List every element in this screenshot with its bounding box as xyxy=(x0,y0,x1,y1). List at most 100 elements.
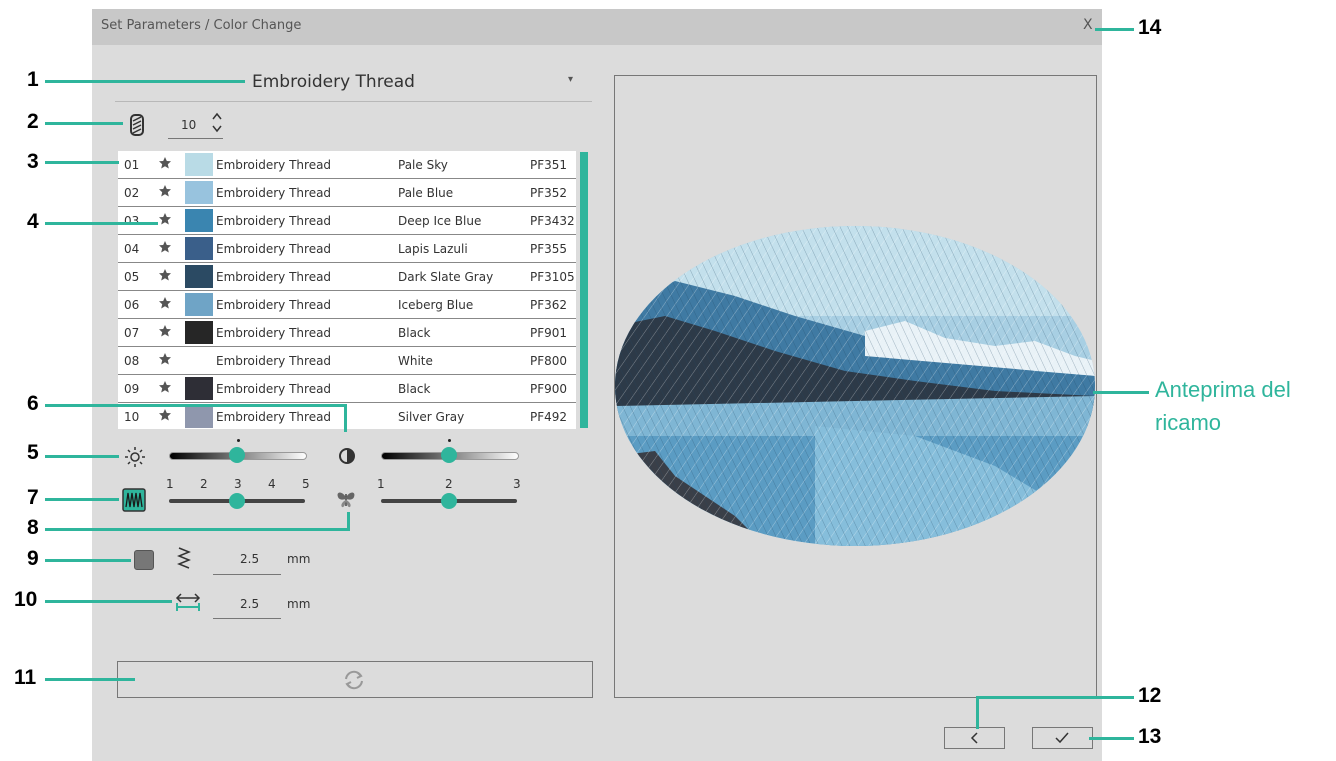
back-button[interactable] xyxy=(944,727,1005,749)
callout-line xyxy=(1093,391,1149,394)
callout-number: 3 xyxy=(27,150,39,173)
detail-tick-label: 3 xyxy=(513,477,521,491)
callout-line xyxy=(45,122,123,125)
dialog-title: Set Parameters / Color Change xyxy=(101,18,302,33)
close-button[interactable]: X xyxy=(1083,17,1093,33)
color-swatch xyxy=(185,349,213,372)
callout-line xyxy=(45,455,119,458)
stitch-density-icon xyxy=(122,488,146,512)
list-scrollbar[interactable] xyxy=(580,152,588,428)
dropdown-underline xyxy=(115,101,592,102)
list-item[interactable]: 07 Embroidery Thread Black PF901 xyxy=(118,319,576,347)
preview-callout-label: Anteprima del ricamo xyxy=(1155,373,1291,439)
embroidery-preview-panel xyxy=(614,75,1097,698)
star-icon[interactable] xyxy=(158,268,172,282)
slider-default-mark xyxy=(448,439,451,442)
star-icon[interactable] xyxy=(158,324,172,338)
list-item[interactable]: 08 Embroidery Thread White PF800 xyxy=(118,347,576,375)
density-tick-label: 2 xyxy=(200,477,208,491)
thread-name: Silver Gray xyxy=(398,410,465,424)
thread-number: 01 xyxy=(124,158,140,172)
callout-number: 14 xyxy=(1138,16,1162,39)
star-icon[interactable] xyxy=(158,240,172,254)
thread-code: PF800 xyxy=(530,354,568,368)
thread-number: 05 xyxy=(124,270,140,284)
callout-line xyxy=(45,161,119,164)
callout-line xyxy=(45,80,245,83)
thread-brand: Embroidery Thread xyxy=(216,298,332,312)
color-count-input[interactable]: 10 xyxy=(181,118,196,132)
thread-code: PF3105 xyxy=(530,270,575,284)
callout-line xyxy=(45,498,119,501)
thread-name: Black xyxy=(398,326,431,340)
thread-brand-dropdown[interactable]: Embroidery Thread xyxy=(252,72,415,92)
checkmark-icon xyxy=(1055,732,1069,744)
thread-name: Black xyxy=(398,382,431,396)
slider-default-mark xyxy=(237,439,240,442)
thread-code: PF3432 xyxy=(530,214,575,228)
color-swatch xyxy=(185,265,213,288)
callout-number: 8 xyxy=(27,516,39,539)
star-icon[interactable] xyxy=(158,408,172,422)
ok-button[interactable] xyxy=(1032,727,1093,749)
refresh-icon xyxy=(345,670,363,690)
brightness-icon xyxy=(125,447,145,467)
preview-label-line: ricamo xyxy=(1155,410,1222,435)
contrast-slider-thumb[interactable] xyxy=(441,447,457,463)
star-icon[interactable] xyxy=(158,212,172,226)
stitch-width-icon xyxy=(175,593,201,611)
thread-name: Pale Sky xyxy=(398,158,448,172)
list-item[interactable]: 03 Embroidery Thread Deep Ice Blue PF343… xyxy=(118,207,576,235)
thread-color-list[interactable]: 01 Embroidery Thread Pale Sky PF351 02 E… xyxy=(118,151,576,429)
thread-name: Iceberg Blue xyxy=(398,298,474,312)
detail-slider-thumb[interactable] xyxy=(441,493,457,509)
contrast-icon xyxy=(339,448,355,464)
thread-brand: Embroidery Thread xyxy=(216,270,332,284)
star-icon[interactable] xyxy=(158,156,172,170)
chevron-left-icon xyxy=(970,732,978,744)
width-unit: mm xyxy=(287,597,311,611)
density-tick-label: 5 xyxy=(302,477,310,491)
star-icon[interactable] xyxy=(158,296,172,310)
callout-line xyxy=(45,678,135,681)
list-item[interactable]: 01 Embroidery Thread Pale Sky PF351 xyxy=(118,151,576,179)
star-icon[interactable] xyxy=(158,380,172,394)
density-tick-label: 3 xyxy=(234,477,242,491)
callout-line xyxy=(45,528,350,531)
list-item[interactable]: 04 Embroidery Thread Lapis Lazuli PF355 xyxy=(118,235,576,263)
underlay-field-underline xyxy=(213,574,281,575)
brightness-slider-thumb[interactable] xyxy=(229,447,245,463)
star-icon[interactable] xyxy=(158,352,172,366)
list-item[interactable]: 10 Embroidery Thread Silver Gray PF492 xyxy=(118,403,576,430)
star-icon[interactable] xyxy=(158,184,172,198)
color-swatch xyxy=(185,153,213,176)
stitch-density-slider-thumb[interactable] xyxy=(229,493,245,509)
list-item[interactable]: 09 Embroidery Thread Black PF900 xyxy=(118,375,576,403)
chevron-down-icon[interactable]: ▾ xyxy=(568,74,573,85)
underlay-spacing-input[interactable]: 2.5 xyxy=(240,552,259,566)
callout-number: 9 xyxy=(27,547,39,570)
underlay-checkbox[interactable] xyxy=(134,550,154,570)
callout-number: 13 xyxy=(1138,725,1162,748)
thread-name: Deep Ice Blue xyxy=(398,214,482,228)
thread-code: PF492 xyxy=(530,410,568,424)
thread-code: PF355 xyxy=(530,242,568,256)
list-item[interactable]: 05 Embroidery Thread Dark Slate Gray PF3… xyxy=(118,263,576,291)
callout-line xyxy=(976,696,979,729)
callout-number: 5 xyxy=(27,441,39,464)
refresh-preview-button[interactable] xyxy=(117,661,593,698)
list-item[interactable]: 06 Embroidery Thread Iceberg Blue PF362 xyxy=(118,291,576,319)
zigzag-stitch-icon xyxy=(177,547,191,569)
list-item[interactable]: 02 Embroidery Thread Pale Blue PF352 xyxy=(118,179,576,207)
thread-brand: Embroidery Thread xyxy=(216,158,332,172)
spin-underline xyxy=(168,138,223,139)
thread-name: White xyxy=(398,354,433,368)
callout-line xyxy=(1089,737,1134,740)
spin-arrows-icon[interactable] xyxy=(211,111,223,135)
thread-code: PF900 xyxy=(530,382,568,396)
callout-number: 2 xyxy=(27,110,39,133)
thread-brand: Embroidery Thread xyxy=(216,242,332,256)
stitch-width-input[interactable]: 2.5 xyxy=(240,597,259,611)
thread-name: Lapis Lazuli xyxy=(398,242,468,256)
color-swatch xyxy=(185,377,213,400)
